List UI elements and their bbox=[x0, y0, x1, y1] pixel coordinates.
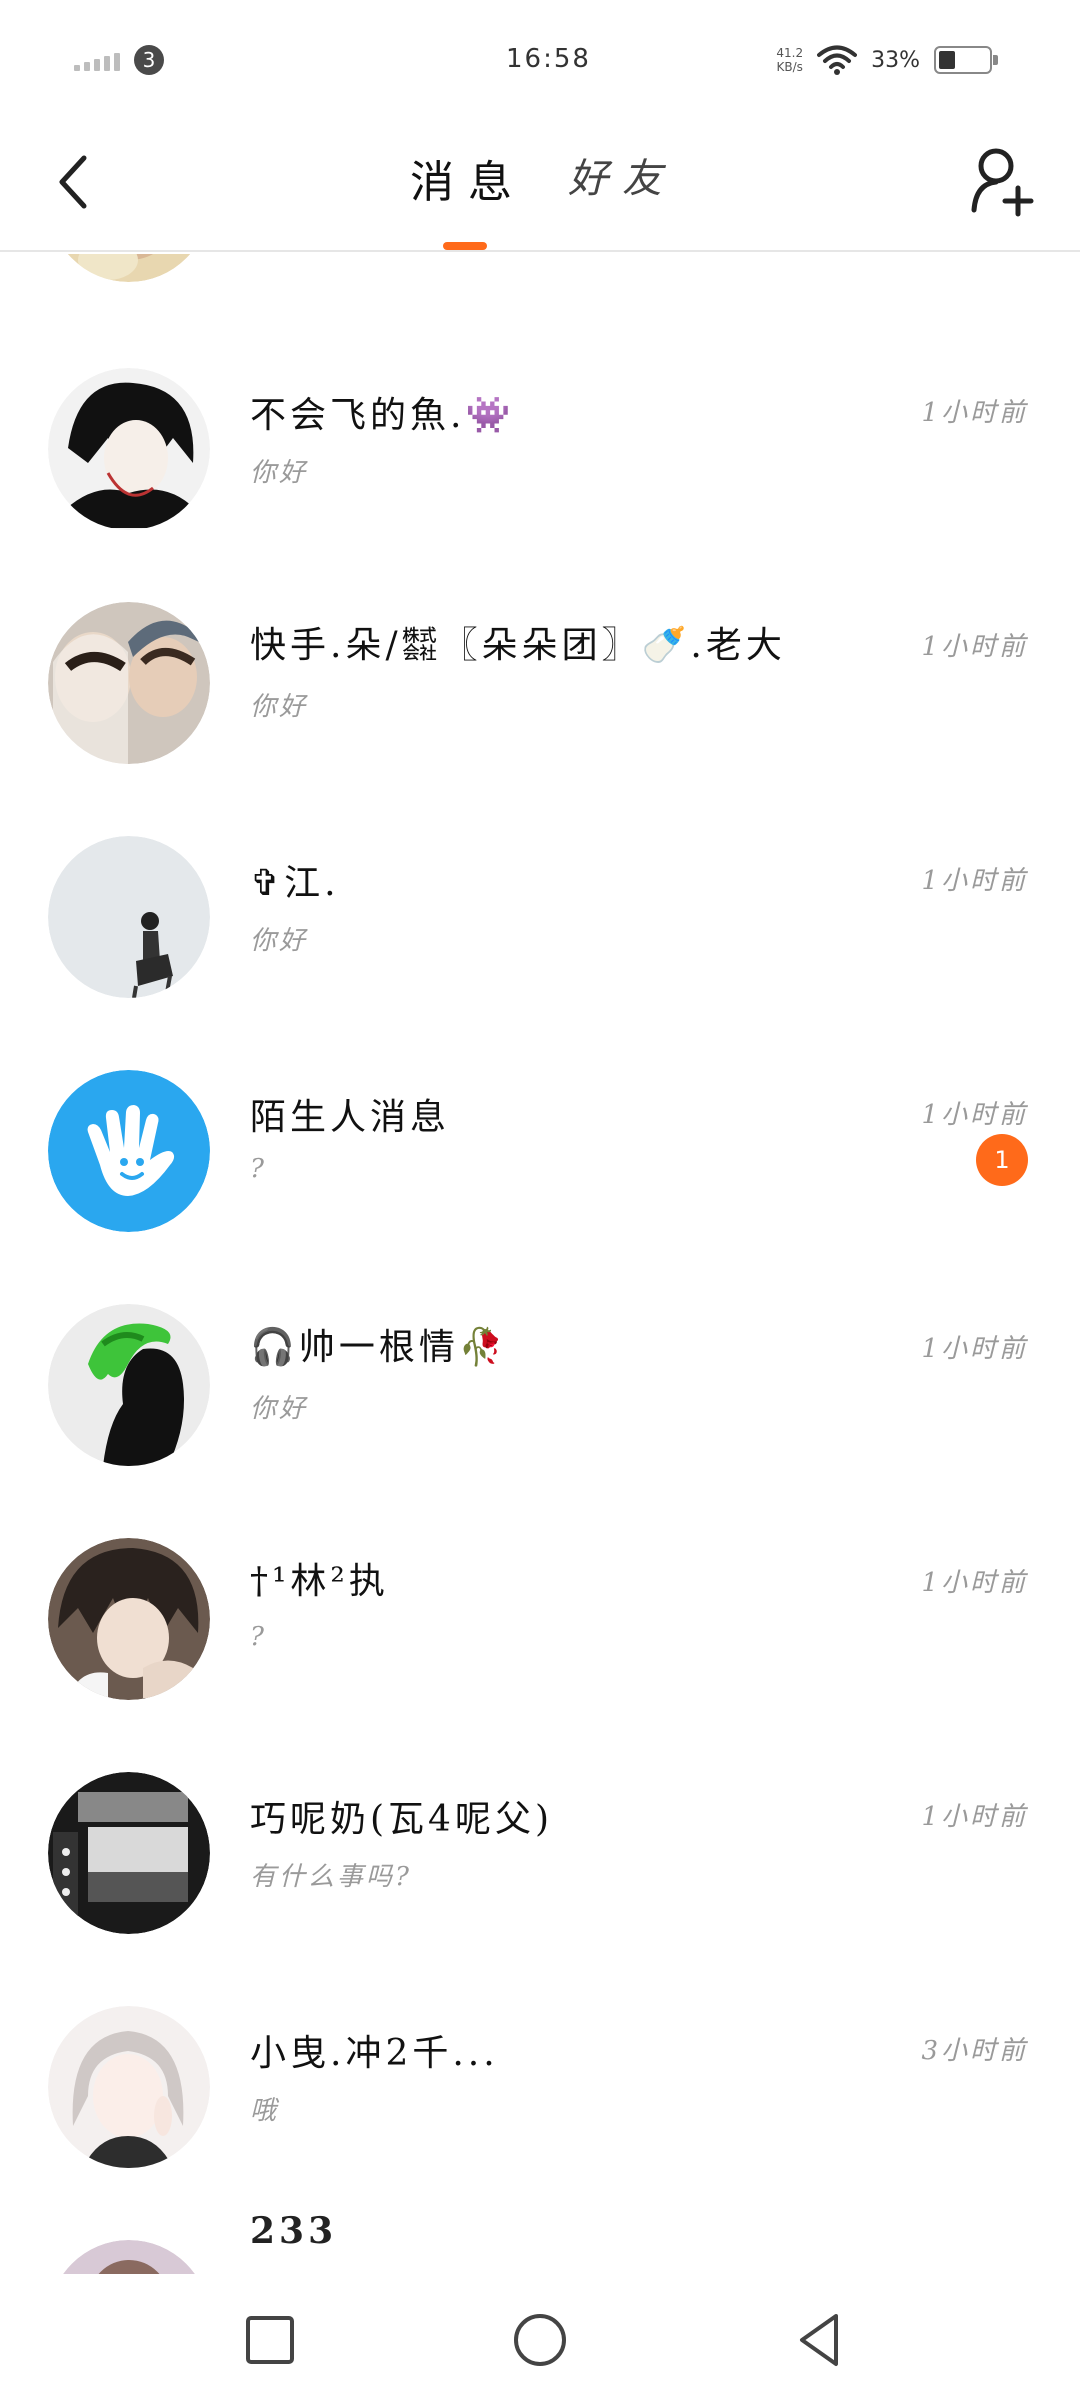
conversation-time: 1小时前 bbox=[921, 398, 1028, 428]
avatar bbox=[48, 1304, 210, 1466]
conversation-row[interactable]: †¹林²执 1小时前 ? bbox=[0, 1502, 1080, 1736]
conversation-time: 1小时前 bbox=[921, 866, 1028, 896]
conversation-preview: ? bbox=[250, 1154, 267, 1184]
net-speed: 41.2 KB/s bbox=[776, 46, 803, 74]
avatar bbox=[63, 2240, 195, 2274]
conversation-name: 小曳.冲2千... bbox=[250, 2033, 499, 2074]
avatar bbox=[48, 602, 210, 764]
status-bar: 3 16:58 41.2 KB/s 33% bbox=[0, 0, 1080, 120]
stranger-hand-icon bbox=[48, 1070, 210, 1232]
conversation-row[interactable]: 快手.朵/㍿〖朵朵团〗🍼.老大 1小时前 你好 bbox=[0, 566, 1080, 800]
avatar bbox=[67, 254, 191, 282]
avatar bbox=[48, 1538, 210, 1700]
conversation-preview: 哦 bbox=[250, 2096, 280, 2126]
conversation-preview: ? bbox=[250, 1622, 267, 1652]
status-right: 41.2 KB/s 33% bbox=[776, 44, 998, 76]
conversation-time: 1小时前 bbox=[921, 1802, 1028, 1832]
net-speed-unit: KB/s bbox=[776, 60, 803, 74]
conversation-row[interactable] bbox=[0, 254, 1080, 334]
conversation-name: 233 bbox=[250, 2210, 338, 2252]
conversation-time: 3小时前 bbox=[921, 2036, 1028, 2066]
avatar bbox=[48, 2006, 210, 2168]
conversation-row[interactable]: 不会飞的魚.👾 1小时前 你好 bbox=[0, 332, 1080, 566]
back-nav-button[interactable] bbox=[790, 2310, 850, 2370]
conversation-list[interactable]: 不会飞的魚.👾 1小时前 你好 快手.朵/㍿〖朵朵团〗🍼.老大 1小时前 你好 … bbox=[0, 254, 1080, 2274]
conversation-row[interactable]: 233 bbox=[0, 2204, 1080, 2274]
conversation-name: 巧呢奶(瓦4呢父) bbox=[250, 1799, 553, 1840]
home-button[interactable] bbox=[510, 2310, 570, 2370]
conversation-row[interactable]: 小曳.冲2千... 3小时前 哦 bbox=[0, 1970, 1080, 2204]
conversation-name: †¹林²执 bbox=[250, 1561, 389, 1602]
wifi-icon bbox=[817, 45, 858, 75]
nav-header: 消息 好友 bbox=[0, 120, 1080, 252]
avatar bbox=[48, 368, 210, 530]
cell-signal-icon bbox=[74, 49, 120, 71]
conversation-preview: 你好 bbox=[250, 458, 309, 488]
conversation-row[interactable]: 🎧帅一根情🥀 1小时前 你好 bbox=[0, 1268, 1080, 1502]
conversation-preview: 你好 bbox=[250, 926, 309, 956]
add-friend-button[interactable] bbox=[968, 144, 1040, 220]
conversation-name: 不会飞的魚.👾 bbox=[250, 395, 515, 436]
conversation-preview: 有什么事吗? bbox=[250, 1862, 412, 1892]
active-tab-indicator bbox=[443, 242, 487, 250]
tab-messages[interactable]: 消息 bbox=[410, 146, 526, 210]
conversation-name: ✞江. bbox=[250, 863, 340, 904]
conversation-time: 1小时前 bbox=[921, 1334, 1028, 1364]
battery-percent: 33% bbox=[871, 47, 920, 73]
tab-bar: 消息 好友 bbox=[0, 120, 1080, 252]
tab-friends[interactable]: 好友 bbox=[568, 146, 676, 204]
status-left: 3 bbox=[74, 45, 164, 75]
conversation-preview: 你好 bbox=[250, 1394, 309, 1424]
conversation-name: 🎧帅一根情🥀 bbox=[250, 1327, 508, 1368]
conversation-row-stranger[interactable]: 陌生人消息 1小时前 ? 1 bbox=[0, 1034, 1080, 1268]
system-nav-bar bbox=[0, 2274, 1080, 2400]
battery-icon bbox=[934, 46, 998, 74]
sim-badge: 3 bbox=[134, 45, 164, 75]
net-speed-value: 41.2 bbox=[776, 46, 804, 60]
conversation-time: 1小时前 bbox=[921, 1568, 1028, 1598]
status-time: 16:58 bbox=[506, 44, 591, 74]
conversation-time: 1小时前 bbox=[921, 632, 1028, 662]
avatar bbox=[48, 1772, 210, 1934]
avatar bbox=[48, 836, 210, 998]
conversation-time: 1小时前 bbox=[921, 1100, 1028, 1130]
conversation-row[interactable]: 巧呢奶(瓦4呢父) 1小时前 有什么事吗? bbox=[0, 1736, 1080, 1970]
conversation-name: 陌生人消息 bbox=[250, 1097, 451, 1138]
battery-level bbox=[939, 51, 955, 69]
conversation-preview: 你好 bbox=[250, 692, 309, 722]
recent-apps-button[interactable] bbox=[240, 2310, 300, 2370]
conversation-row[interactable]: ✞江. 1小时前 你好 bbox=[0, 800, 1080, 1034]
unread-badge: 1 bbox=[976, 1134, 1028, 1186]
conversation-name: 快手.朵/㍿〖朵朵团〗🍼.老大 bbox=[250, 625, 786, 666]
